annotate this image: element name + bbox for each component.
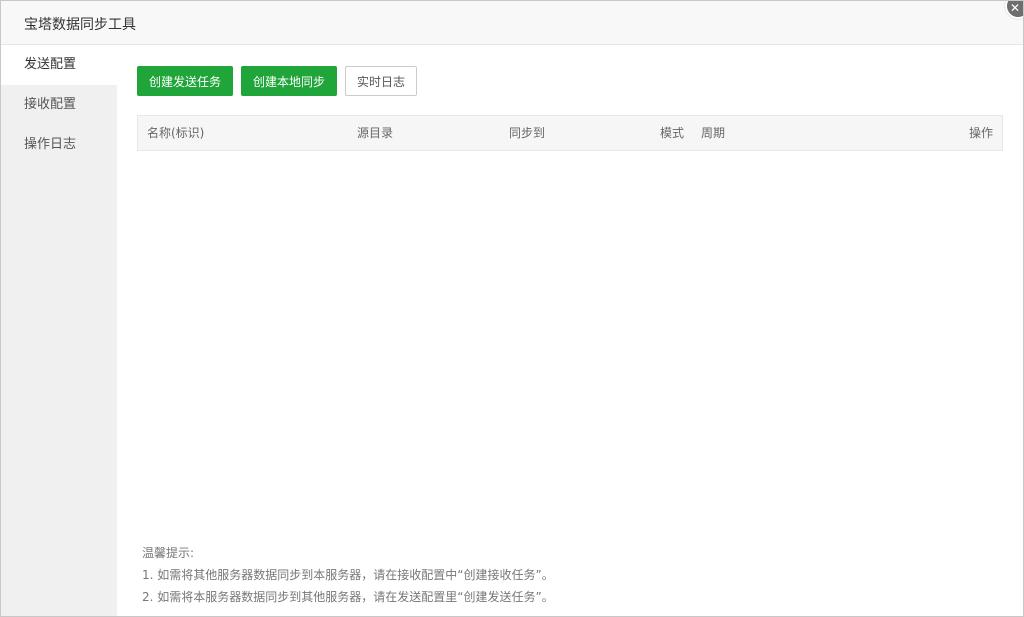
tips-panel: 温馨提示: 1. 如需将其他服务器数据同步到本服务器，请在接收配置中“创建接收任…: [142, 542, 554, 608]
column-header-mode: 模式: [660, 126, 685, 140]
dialog-titlebar: 宝塔数据同步工具: [1, 1, 1023, 45]
main-content: 创建发送任务 创建本地同步 实时日志 名称(标识) 源目录 同步到 模式 周期 …: [117, 45, 1023, 616]
sidebar-item-operation-log[interactable]: 操作日志: [1, 125, 117, 165]
column-header-name: 名称(标识): [147, 126, 205, 140]
tips-heading: 温馨提示:: [142, 546, 195, 560]
column-header-source-dir: 源目录: [357, 126, 394, 140]
create-local-sync-button[interactable]: 创建本地同步: [241, 66, 338, 96]
sidebar-item-receive-config[interactable]: 接收配置: [1, 85, 117, 125]
tips-line-1: 1. 如需将其他服务器数据同步到本服务器，请在接收配置中“创建接收任务”。: [142, 568, 554, 582]
tips-line-2: 2. 如需将本服务器数据同步到其他服务器，请在发送配置里“创建发送任务”。: [142, 590, 554, 604]
task-table-header: 名称(标识) 源目录 同步到 模式 周期 操作: [137, 115, 1003, 151]
sidebar-item-send-config[interactable]: 发送配置: [1, 45, 117, 85]
toolbar: 创建发送任务 创建本地同步 实时日志: [137, 66, 418, 96]
sidebar: 发送配置 接收配置 操作日志: [1, 45, 117, 616]
column-header-actions: 操作: [968, 126, 993, 140]
column-header-period: 周期: [701, 126, 726, 140]
close-icon: ✕: [1009, 1, 1021, 15]
create-send-task-button[interactable]: 创建发送任务: [137, 66, 234, 96]
sync-tool-dialog: 宝塔数据同步工具 发送配置 接收配置 操作日志 创建发送任务 创建本地同步 实时…: [0, 0, 1024, 617]
realtime-log-button[interactable]: 实时日志: [345, 66, 418, 96]
column-header-sync-to: 同步到: [509, 126, 546, 140]
dialog-title: 宝塔数据同步工具: [24, 17, 136, 33]
